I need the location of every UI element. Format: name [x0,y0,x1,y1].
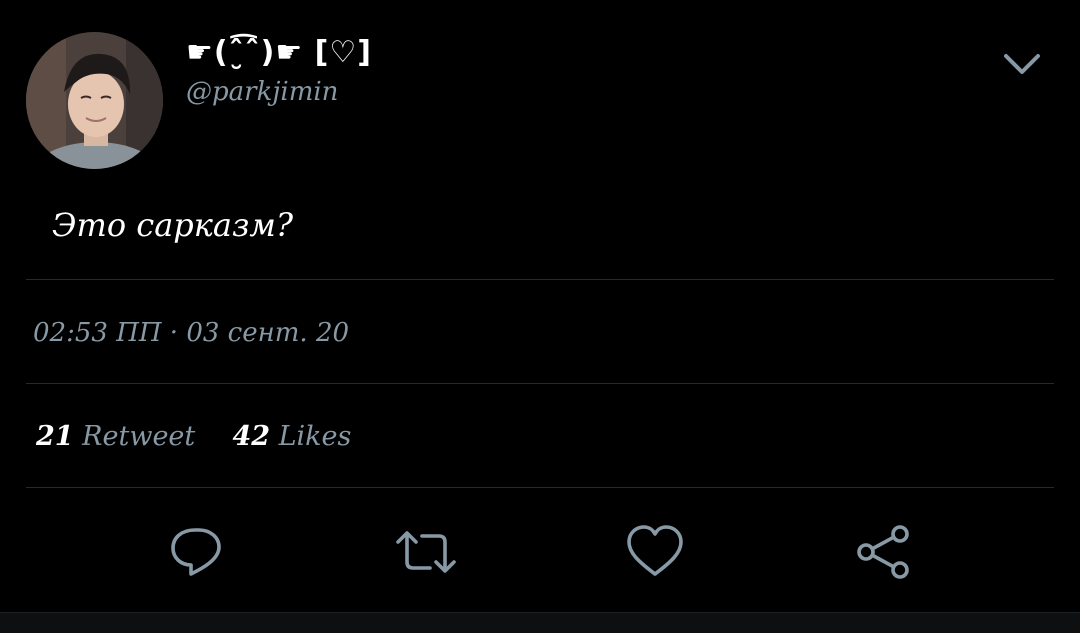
retweet-icon [396,531,456,573]
retweet-button[interactable] [396,522,456,582]
reply-button[interactable] [167,522,227,582]
display-name[interactable]: ☛(ˆ̮͡ˆ)☛ [♡] [186,34,372,72]
avatar-photo [26,32,163,169]
retweet-count: 21 [36,421,74,452]
share-button[interactable] [854,522,914,582]
divider [26,279,1054,280]
divider [26,487,1054,488]
retweet-label: Retweet [82,421,196,452]
avatar[interactable] [26,32,163,169]
tweet-timestamp[interactable]: 02:53 ПП · 03 сент. 20 [33,316,349,350]
like-label: Likes [278,421,352,452]
reply-icon [171,528,221,576]
like-button[interactable] [625,522,685,582]
heart-icon [627,525,683,576]
chevron-down-icon[interactable] [1003,50,1041,78]
user-handle[interactable]: @parkjimin [186,76,338,108]
divider [26,383,1054,384]
likes-stat[interactable]: 42 Likes [224,421,352,452]
tweet-stats: 21 Retweet 42 Likes [36,419,351,455]
bottom-bar [0,612,1080,633]
tweet-text: Это сарказм? [52,206,294,244]
like-count: 42 [232,421,271,452]
retweets-stat[interactable]: 21 Retweet [36,421,204,452]
share-icon [857,525,909,579]
